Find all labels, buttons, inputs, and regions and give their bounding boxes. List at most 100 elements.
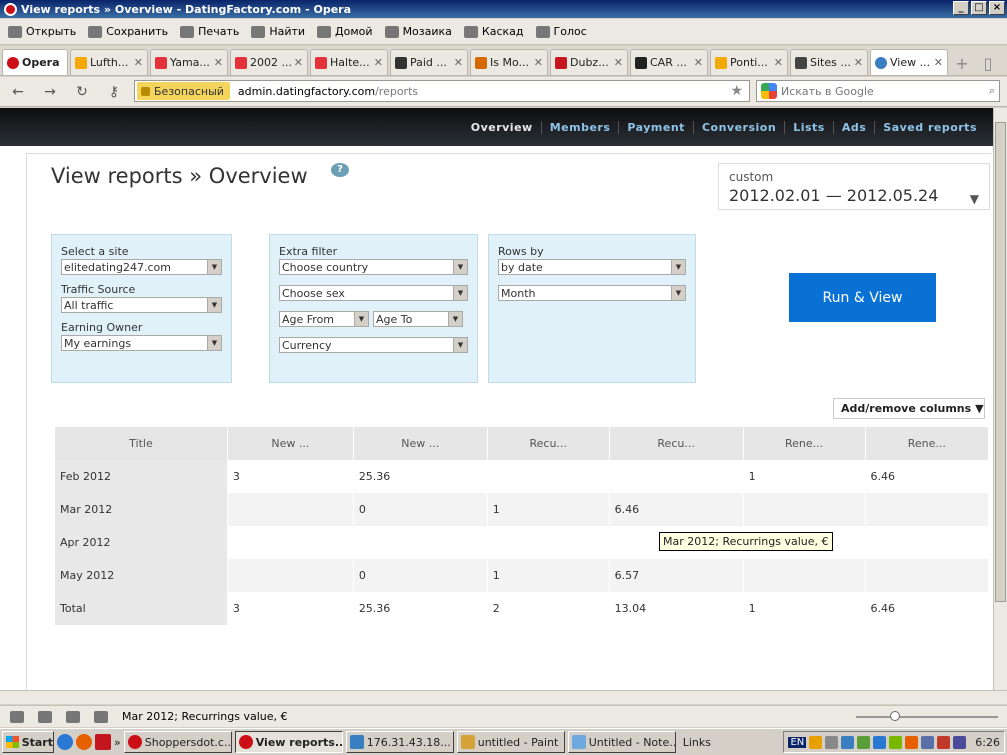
tab-close-icon[interactable]: ✕ bbox=[934, 56, 943, 69]
taskbar-button[interactable]: untitled - Paint bbox=[456, 731, 565, 753]
tray-icon[interactable] bbox=[841, 735, 855, 749]
maximize-button[interactable]: □ bbox=[971, 1, 987, 15]
tab-close-icon[interactable]: ✕ bbox=[454, 56, 463, 69]
date-range-picker[interactable]: custom 2012.02.01 — 2012.05.24 ▼ bbox=[718, 163, 990, 210]
help-icon[interactable]: ? bbox=[331, 163, 349, 177]
age-to-select[interactable]: Age To ▼ bbox=[373, 311, 463, 327]
trash-icon[interactable]: ▯ bbox=[976, 51, 1000, 75]
run-view-button[interactable]: Run & View bbox=[789, 273, 936, 322]
tray-icon[interactable] bbox=[953, 735, 967, 749]
start-button[interactable]: Start bbox=[2, 731, 54, 753]
browser-tab[interactable]: Sites ... ✕ bbox=[790, 49, 868, 75]
minimize-button[interactable]: _ bbox=[953, 1, 969, 15]
nav-overview[interactable]: Overview bbox=[463, 121, 541, 134]
column-header[interactable]: New ... bbox=[226, 427, 354, 460]
open-button[interactable]: Открыть bbox=[8, 25, 76, 38]
url-input[interactable]: Безопасный admin.datingfactory.com/repor… bbox=[134, 80, 750, 102]
quicklaunch-more-icon[interactable]: » bbox=[114, 736, 121, 749]
browser-tab[interactable]: CAR ... ✕ bbox=[630, 49, 708, 75]
browser-tab[interactable]: Lufth... ✕ bbox=[70, 49, 148, 75]
scrollbar-thumb[interactable] bbox=[995, 122, 1006, 602]
close-button[interactable]: × bbox=[989, 1, 1005, 15]
cascade-button[interactable]: Каскад bbox=[463, 25, 524, 38]
tab-close-icon[interactable]: ✕ bbox=[374, 56, 383, 69]
tray-icon[interactable] bbox=[937, 735, 951, 749]
tray-icon[interactable] bbox=[873, 735, 887, 749]
tab-close-icon[interactable]: ✕ bbox=[294, 56, 303, 69]
key-icon[interactable]: ⚷ bbox=[106, 84, 122, 100]
owner-select[interactable]: My earnings ▼ bbox=[61, 335, 222, 351]
taskbar-button[interactable]: 176.31.43.18... bbox=[345, 731, 454, 753]
search-icon[interactable]: ⌕ bbox=[989, 84, 995, 98]
speed-dial-icon[interactable] bbox=[94, 710, 108, 723]
tile-button[interactable]: Мозаика bbox=[384, 25, 452, 38]
browser-tab[interactable]: Dubz... ✕ bbox=[550, 49, 628, 75]
tab-close-icon[interactable]: ✕ bbox=[134, 56, 143, 69]
tab-close-icon[interactable]: ✕ bbox=[614, 56, 623, 69]
horizontal-scrollbar[interactable] bbox=[0, 690, 1007, 704]
sex-select[interactable]: Choose sex ▼ bbox=[279, 285, 468, 301]
tray-icon[interactable] bbox=[889, 735, 903, 749]
taskbar-button[interactable]: Shoppersdot.c... bbox=[123, 731, 232, 753]
nav-ads[interactable]: Ads bbox=[832, 120, 874, 134]
country-select[interactable]: Choose country ▼ bbox=[279, 259, 468, 275]
rows-by-select[interactable]: by date ▼ bbox=[498, 259, 686, 275]
internet-explorer-icon[interactable] bbox=[57, 734, 73, 750]
firefox-icon[interactable] bbox=[76, 734, 92, 750]
save-button[interactable]: Сохранить bbox=[88, 25, 168, 38]
taskbar-button-active[interactable]: View reports... bbox=[234, 731, 343, 753]
currency-select[interactable]: Currency ▼ bbox=[279, 337, 468, 353]
tab-close-icon[interactable]: ✕ bbox=[214, 56, 223, 69]
back-icon[interactable]: ← bbox=[10, 84, 26, 100]
print-button[interactable]: Печать bbox=[180, 25, 239, 38]
zoom-slider[interactable] bbox=[856, 716, 998, 718]
dubz-icon[interactable] bbox=[95, 734, 111, 750]
language-indicator[interactable]: EN bbox=[788, 736, 807, 748]
column-header[interactable]: Recu... bbox=[486, 427, 610, 460]
find-button[interactable]: Найти bbox=[251, 25, 305, 38]
browser-tab[interactable]: 2002 ... ✕ bbox=[230, 49, 308, 75]
bookmark-star-icon[interactable]: ★ bbox=[730, 83, 743, 99]
voice-button[interactable]: Голос bbox=[535, 25, 587, 38]
nav-saved-reports[interactable]: Saved reports bbox=[874, 120, 985, 134]
tab-close-icon[interactable]: ✕ bbox=[694, 56, 703, 69]
period-select[interactable]: Month ▼ bbox=[498, 285, 686, 301]
opera-menu-button[interactable]: Opera bbox=[2, 49, 68, 75]
tray-icon[interactable] bbox=[921, 735, 935, 749]
cloud-icon[interactable] bbox=[38, 710, 52, 723]
column-header[interactable]: New ... bbox=[352, 427, 488, 460]
nav-lists[interactable]: Lists bbox=[784, 120, 833, 134]
add-remove-columns-button[interactable]: Add/remove columns ▼ bbox=[833, 398, 985, 419]
vertical-scrollbar[interactable] bbox=[993, 108, 1007, 690]
column-header[interactable]: Recu... bbox=[608, 427, 744, 460]
browser-tab[interactable]: Ponti... ✕ bbox=[710, 49, 788, 75]
taskbar-button[interactable]: Untitled - Note... bbox=[567, 731, 676, 753]
tray-icon[interactable] bbox=[905, 735, 919, 749]
site-select[interactable]: elitedating247.com ▼ bbox=[61, 259, 222, 275]
column-header[interactable]: Title bbox=[54, 427, 228, 460]
search-input[interactable]: Искать в Google ⌕ bbox=[756, 80, 1000, 102]
reload-icon[interactable]: ↻ bbox=[74, 84, 90, 100]
age-from-select[interactable]: Age From ▼ bbox=[279, 311, 369, 327]
panel-toggle-icon[interactable] bbox=[10, 710, 24, 723]
nav-members[interactable]: Members bbox=[540, 120, 619, 134]
links-toolbar[interactable]: Links bbox=[683, 736, 711, 749]
tab-close-icon[interactable]: ✕ bbox=[854, 56, 863, 69]
home-button[interactable]: Домой bbox=[317, 25, 373, 38]
nav-conversion[interactable]: Conversion bbox=[692, 120, 784, 134]
nav-payment[interactable]: Payment bbox=[618, 120, 693, 134]
tab-close-icon[interactable]: ✕ bbox=[534, 56, 543, 69]
zoom-slider-knob[interactable] bbox=[890, 711, 900, 721]
tab-close-icon[interactable]: ✕ bbox=[774, 56, 783, 69]
column-header[interactable]: Rene... bbox=[742, 427, 866, 460]
tray-icon[interactable] bbox=[825, 735, 839, 749]
tray-icon[interactable] bbox=[857, 735, 871, 749]
share-icon[interactable] bbox=[66, 710, 80, 723]
browser-tab[interactable]: Paid ... ✕ bbox=[390, 49, 468, 75]
browser-tab[interactable]: Is Mo... ✕ bbox=[470, 49, 548, 75]
tray-icon[interactable] bbox=[809, 735, 823, 749]
browser-tab[interactable]: Yama... ✕ bbox=[150, 49, 228, 75]
forward-icon[interactable]: → bbox=[42, 84, 58, 100]
security-badge[interactable]: Безопасный bbox=[137, 82, 230, 100]
column-header[interactable]: Rene... bbox=[864, 427, 988, 460]
